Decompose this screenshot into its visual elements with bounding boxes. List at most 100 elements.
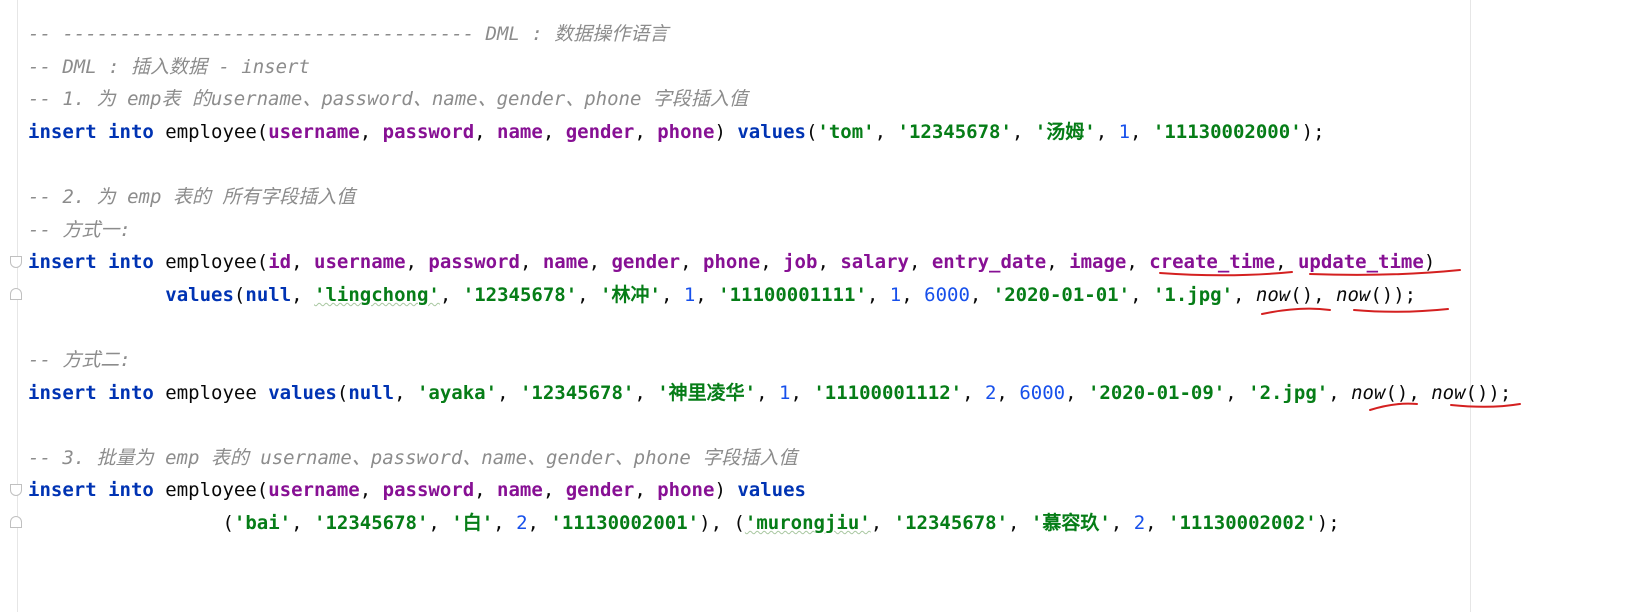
code-token: , — [634, 381, 658, 404]
code-token: values — [737, 479, 806, 502]
code-line[interactable]: -- 1. 为 emp表 的username、password、name、gen… — [28, 84, 748, 114]
code-token: phone — [657, 479, 715, 502]
code-token: , — [291, 283, 315, 306]
code-line[interactable]: -- 方式二: — [28, 345, 131, 375]
code-token: , — [542, 479, 566, 502]
code-token: , — [527, 512, 551, 534]
code-token: '2020-01-09' — [1087, 381, 1226, 404]
code-token: ) — [714, 479, 738, 502]
code-token: 1 — [889, 283, 902, 306]
code-token: , — [870, 512, 894, 534]
code-token: -- 1. 为 emp表 的username、password、name、gen… — [28, 88, 748, 111]
code-token: , — [660, 283, 684, 306]
fold-marker-icon[interactable] — [10, 484, 22, 496]
code-token: , — [474, 120, 498, 143]
code-token: ); — [1301, 120, 1325, 143]
code-line[interactable]: insert into employee(id, username, passw… — [28, 247, 1435, 277]
code-line[interactable]: ('bai', '12345678', '白', 2, '11130002001… — [28, 508, 1340, 538]
code-token: ( — [233, 283, 246, 306]
code-token: , — [962, 381, 985, 404]
code-editor[interactable]: -- ------------------------------------ … — [0, 0, 1626, 612]
code-token: -- DML : 插入数据 - insert — [28, 55, 310, 78]
code-token: employee( — [153, 479, 269, 502]
code-token: , — [901, 283, 925, 306]
code-token: , — [405, 251, 429, 274]
code-token: , — [588, 251, 612, 274]
code-token: update_time — [1297, 251, 1424, 274]
code-token: id — [268, 251, 292, 274]
code-line[interactable]: -- 2. 为 emp 表的 所有字段插入值 — [28, 182, 355, 212]
code-token: , — [866, 283, 890, 306]
code-token: , — [577, 283, 601, 306]
code-token: insert into — [28, 120, 154, 143]
code-token: , — [428, 512, 452, 534]
code-token: values — [737, 120, 806, 143]
code-line[interactable]: insert into employee values(null, 'ayaka… — [28, 378, 1511, 408]
code-token: now — [1351, 381, 1386, 404]
code-token: salary — [840, 251, 909, 274]
code-token: , — [996, 381, 1020, 404]
code-token: insert into — [28, 381, 154, 404]
code-token: , — [542, 120, 566, 143]
code-token: 'tom' — [817, 120, 875, 143]
code-token: ), ( — [699, 512, 745, 534]
code-token: '11100001111' — [718, 283, 867, 306]
code-token: '11130002000' — [1152, 120, 1302, 143]
code-token: phone — [657, 120, 715, 143]
code-token: '1.jpg' — [1152, 283, 1234, 306]
code-token: gender — [565, 120, 635, 143]
code-token: 2 — [1133, 512, 1146, 534]
code-token: , — [493, 512, 517, 534]
code-token: 'bai' — [233, 512, 292, 534]
code-token: -- 方式二: — [28, 349, 131, 371]
code-token: name — [497, 479, 543, 502]
code-token: insert into — [28, 251, 154, 274]
fold-marker-icon[interactable] — [10, 256, 22, 268]
code-token: '12345678' — [462, 283, 578, 306]
code-token: (), — [1385, 381, 1432, 404]
code-token: ); — [1316, 512, 1340, 534]
code-token: , — [817, 251, 841, 274]
code-line[interactable]: -- 3. 批量为 emp 表的 username、password、name、… — [28, 443, 797, 473]
fold-marker-icon[interactable] — [10, 288, 22, 300]
code-line[interactable]: -- ------------------------------------ … — [28, 19, 668, 49]
code-token: , — [634, 479, 658, 502]
code-token: 'ayaka' — [416, 381, 498, 404]
code-line[interactable]: insert into employee(username, password,… — [28, 117, 1325, 147]
code-token: , — [474, 479, 498, 502]
code-token: phone — [703, 251, 761, 274]
code-token: '12345678' — [519, 381, 635, 404]
code-token: now — [1255, 283, 1291, 306]
code-token: employee — [153, 381, 269, 404]
code-token: -- 3. 批量为 emp 表的 username、password、name、… — [28, 446, 798, 469]
code-token: , — [680, 251, 704, 274]
code-token: insert into — [28, 479, 154, 502]
code-token: , — [1126, 251, 1150, 274]
code-token: null — [348, 381, 395, 404]
code-token: ()); — [1370, 283, 1417, 306]
code-token: , — [394, 381, 417, 404]
code-token: password — [428, 251, 520, 274]
code-line[interactable]: insert into employee(username, password,… — [28, 475, 806, 505]
code-token: ) — [714, 120, 738, 143]
code-token: 6000 — [924, 283, 970, 306]
code-token: 1 — [1118, 120, 1131, 143]
code-token: values — [268, 381, 337, 404]
code-line[interactable]: -- DML : 插入数据 - insert — [28, 52, 310, 82]
code-token: , — [695, 283, 719, 306]
code-token: ( — [28, 512, 234, 534]
code-line[interactable]: -- 方式一: — [28, 215, 131, 245]
code-token: , — [291, 251, 315, 274]
code-token: employee( — [153, 251, 269, 274]
code-token: name — [497, 120, 543, 143]
code-token: 1 — [779, 381, 791, 404]
code-token: values — [165, 283, 234, 306]
code-token: '12345678' — [314, 512, 429, 534]
code-token: , — [1145, 512, 1169, 534]
code-token: gender — [565, 479, 635, 502]
code-token: now — [1336, 283, 1371, 306]
fold-marker-icon[interactable] — [10, 516, 22, 528]
code-token: username — [314, 251, 406, 274]
code-line[interactable]: values(null, 'lingchong', '12345678', '林… — [28, 280, 1416, 310]
code-token: employee( — [153, 120, 269, 143]
